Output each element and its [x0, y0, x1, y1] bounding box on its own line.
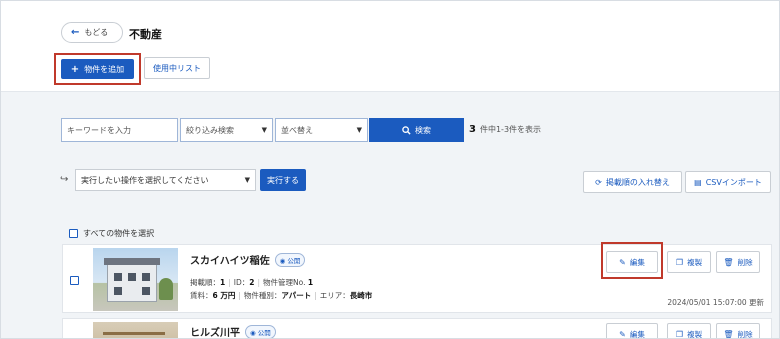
- rent-label: 賃料：: [190, 291, 213, 300]
- in-use-list-button[interactable]: 使用中リスト: [144, 57, 210, 79]
- execute-button[interactable]: 実行する: [260, 169, 306, 191]
- property-title[interactable]: ヒルズ川平 ◉ 公開: [190, 324, 276, 339]
- mgmt-value: 1: [307, 278, 314, 287]
- eye-icon: ◉: [279, 256, 286, 265]
- sync-icon: ⟳: [595, 177, 602, 187]
- trash-icon: 🗑: [723, 329, 734, 339]
- copy-icon: ❐: [675, 329, 684, 339]
- property-photo: [93, 248, 178, 311]
- edit-icon: ✎: [619, 329, 626, 339]
- tree-shape: [159, 278, 173, 300]
- id-value: 2: [249, 278, 255, 287]
- delete-label: 削除: [737, 257, 753, 267]
- copy-label: 複製: [687, 329, 703, 339]
- filter-select[interactable]: 絞り込み検索 ▼: [180, 118, 273, 142]
- mgmt-label: 物件管理No.: [263, 278, 306, 287]
- edit-label: 編集: [629, 329, 645, 339]
- result-count: 3: [469, 124, 476, 135]
- select-all-label: すべての物件を選択: [83, 229, 155, 238]
- reorder-button[interactable]: ⟳ 掲載順の入れ替え: [583, 171, 682, 193]
- property-card: スカイハイツ稲佐 ◉ 公開 掲載順：1 | ID：2 | 物件管理No. 1 賃料：6 …: [62, 244, 772, 313]
- eye-icon: ◉: [250, 328, 256, 337]
- type-value: アパート: [281, 291, 312, 300]
- public-badge: ◉ 公開: [274, 252, 306, 267]
- sort-select[interactable]: 並べ替え ▼: [275, 118, 368, 142]
- document-icon: ▤: [694, 177, 702, 187]
- add-property-label: 物件を追加: [84, 64, 125, 74]
- delete-label: 削除: [737, 329, 753, 339]
- copy-button[interactable]: ❐ 複製: [667, 323, 711, 339]
- property-name: ヒルズ川平: [190, 328, 240, 339]
- caret-down-icon: ▼: [261, 126, 267, 134]
- plus-icon: +: [70, 63, 80, 75]
- sort-label: 並べ替え: [281, 125, 313, 135]
- edit-button[interactable]: ✎ 編集: [606, 323, 658, 339]
- trash-icon: 🗑: [723, 257, 734, 267]
- filter-label: 絞り込み検索: [186, 125, 234, 135]
- property-meta-line-2: 賃料：6 万円 | 物件種別：アパート | エリア：長崎市: [190, 291, 373, 300]
- updated-timestamp: 2024/05/01 15:07:00 更新: [667, 298, 764, 307]
- order-label: 掲載順：: [190, 278, 220, 287]
- result-summary: 3 件中1-3件を表示: [469, 124, 541, 135]
- caret-down-icon: ▼: [244, 176, 250, 184]
- select-all[interactable]: すべての物件を選択: [69, 228, 154, 239]
- edit-button[interactable]: ✎ 編集: [606, 251, 658, 273]
- arrow-left-icon: ←: [71, 26, 80, 38]
- property-meta-line-1: 掲載順：1 | ID：2 | 物件管理No. 1: [190, 278, 314, 287]
- result-text: 件中1-3件を表示: [479, 125, 542, 134]
- keyword-input[interactable]: キーワードを入力: [61, 118, 178, 142]
- search-button[interactable]: 検索: [369, 118, 464, 142]
- back-label: もどる: [84, 28, 109, 37]
- copy-icon: ❐: [675, 257, 684, 267]
- type-label: 物件種別：: [243, 291, 282, 300]
- property-title[interactable]: スカイハイツ稲佐 ◉ 公開: [190, 252, 306, 267]
- reorder-label: 掲載順の入れ替え: [605, 177, 670, 187]
- back-button[interactable]: ← もどる: [61, 22, 123, 43]
- csv-import-label: CSVインポート: [705, 177, 762, 187]
- caret-down-icon: ▼: [356, 126, 362, 134]
- public-badge-label: 公開: [257, 328, 271, 337]
- edit-label: 編集: [629, 257, 645, 267]
- property-photo: [93, 322, 178, 338]
- add-property-button[interactable]: + 物件を追加: [61, 59, 134, 79]
- add-button-highlight: + 物件を追加: [54, 53, 141, 85]
- delete-button[interactable]: 🗑 削除: [716, 323, 760, 339]
- page: ← もどる 不動産 + 物件を追加 使用中リスト キーワードを入力 絞り込み検索…: [0, 0, 780, 339]
- copy-button[interactable]: ❐ 複製: [667, 251, 711, 273]
- house-shape: [104, 258, 160, 302]
- keyword-placeholder: キーワードを入力: [67, 125, 131, 135]
- row-checkbox[interactable]: [70, 276, 79, 285]
- search-label: 検索: [415, 125, 431, 135]
- csv-import-button[interactable]: ▤ CSVインポート: [685, 171, 771, 193]
- property-name: スカイハイツ稲佐: [190, 256, 270, 267]
- bulk-action-select[interactable]: 実行したい操作を選択してください ▼: [75, 169, 256, 191]
- search-icon: [402, 125, 411, 135]
- copy-label: 複製: [687, 257, 703, 267]
- public-badge-label: 公開: [287, 256, 301, 265]
- delete-button[interactable]: 🗑 削除: [716, 251, 760, 273]
- select-all-checkbox[interactable]: [69, 229, 78, 238]
- page-header: ← もどる 不動産 + 物件を追加 使用中リスト: [1, 1, 779, 91]
- bulk-action-label: 実行したい操作を選択してください: [81, 175, 209, 185]
- id-label: ID：: [233, 278, 250, 287]
- page-title: 不動産: [129, 28, 162, 41]
- area-label: エリア：: [319, 291, 350, 300]
- area-value: 長崎市: [349, 291, 373, 300]
- rent-value: 6 万円: [212, 291, 236, 300]
- order-value: 1: [220, 278, 226, 287]
- property-card: ヒルズ川平 ◉ 公開: [62, 318, 772, 339]
- edit-icon: ✎: [619, 257, 626, 267]
- share-arrow-icon: ↪: [60, 174, 69, 185]
- public-badge: ◉ 公開: [245, 324, 276, 338]
